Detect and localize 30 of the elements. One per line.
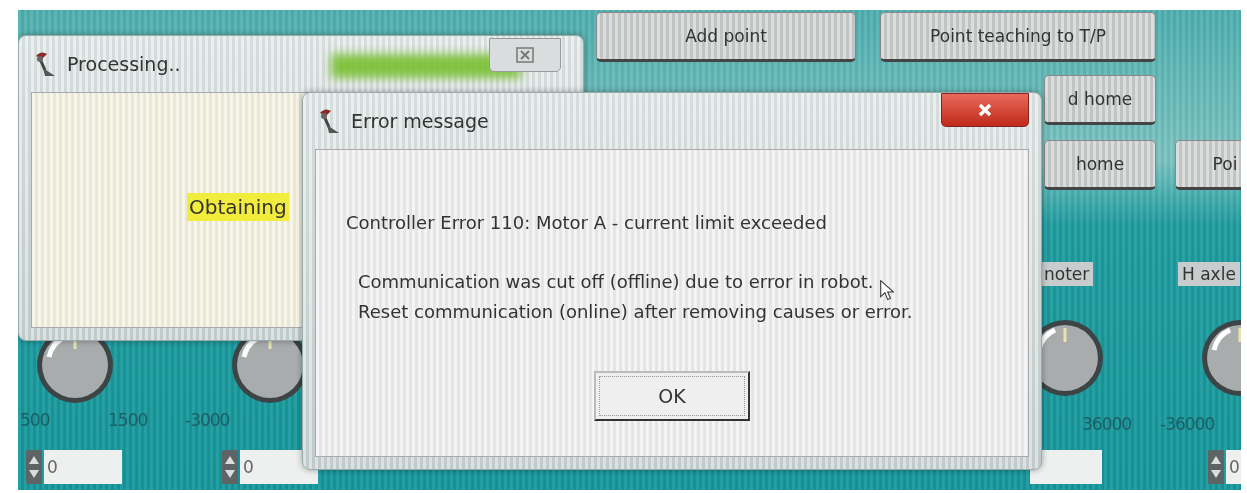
axis-label: noter [1040,262,1094,286]
number-field[interactable]: 0 [1226,450,1241,484]
status-text: Obtaining [187,193,289,221]
spin-arrows-icon[interactable] [1208,450,1224,484]
number-field[interactable]: 0 [44,450,122,484]
scale-label: 1500 [108,410,148,430]
scale-label: -36000 [1160,414,1215,434]
error-message: Controller Error 110: Motor A - current limit exceeded [346,212,829,233]
close-icon [977,102,993,118]
number-field[interactable] [1030,450,1102,484]
close-button[interactable] [941,93,1029,127]
axis-label: H axle [1178,262,1240,286]
spin-arrows-icon[interactable] [26,450,42,484]
error-detail: Communication was cut off (offline) due to error in robot. [358,270,874,294]
mouse-cursor-icon [880,280,894,301]
window-title: Error message [351,110,489,132]
panel-button[interactable]: home [1044,140,1156,190]
error-detail: Reset communication (online) after removing causes or error. [358,300,913,324]
spin-arrows-icon[interactable] [222,450,238,484]
close-icon [516,47,534,63]
scale-label: 36000 [1082,414,1132,434]
panel-button[interactable]: d home [1044,75,1156,125]
ok-button[interactable]: OK [594,371,750,421]
scale-label: -3000 [185,410,230,430]
panel-button[interactable]: Point teaching to T/P [880,12,1156,62]
number-field[interactable]: 0 [240,450,318,484]
panel-button[interactable]: Add point [596,12,856,62]
window-title: Processing.. [67,53,181,75]
scale-label: 500 [20,410,50,430]
panel-button[interactable]: Poi [1175,140,1241,190]
